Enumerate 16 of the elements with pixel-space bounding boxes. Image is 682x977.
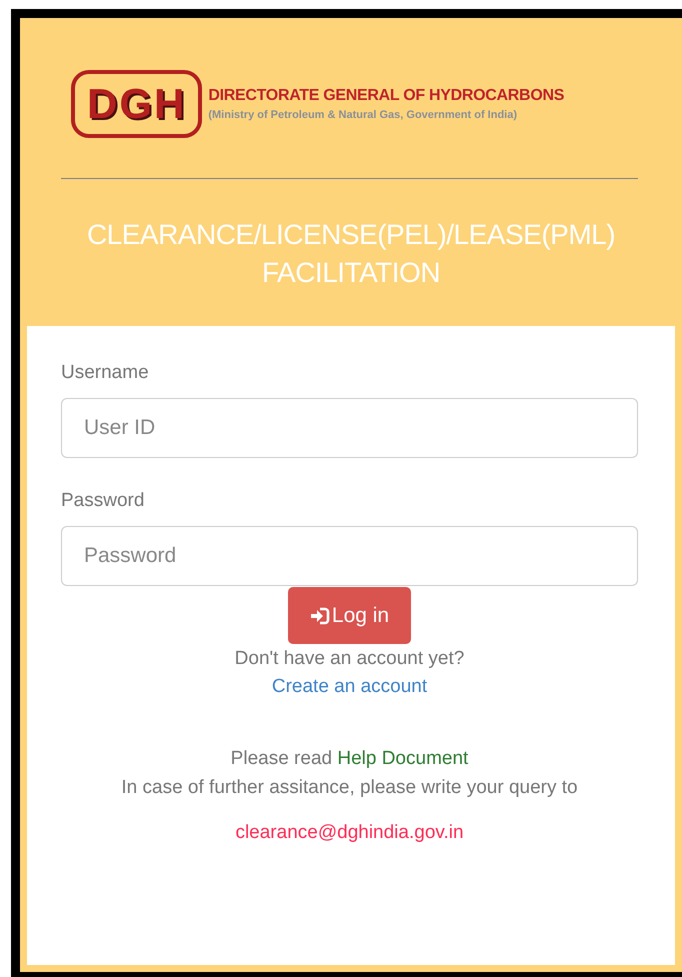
help-text: Please read Help Document [230, 748, 468, 770]
field-label: Username [61, 362, 150, 384]
login-button[interactable]: Log in [288, 587, 412, 644]
input-field[interactable]: User ID [61, 398, 638, 458]
signup-prompt: Don't have an account yet? [234, 648, 464, 670]
email-link[interactable]: clearance@dghindia.gov.in [235, 822, 464, 844]
create-account-link[interactable]: Create an account [272, 676, 428, 698]
organization-name: DIRECTORATE GENERAL OF HYDROCARBONS [208, 87, 564, 105]
assistance-note: In case of further assitance, please write your query to [120, 776, 579, 800]
sign-in-icon [310, 606, 330, 624]
help-document-link[interactable]: Help Document [337, 748, 468, 769]
input-field[interactable]: Password [61, 526, 638, 586]
organization-subtitle: (Ministry of Petroleum & Natural Gas, Government of India) [208, 109, 518, 121]
field-label: Password [61, 490, 146, 512]
page-title: CLEARANCE/LICENSE(PEL)/LEASE(PML) FACILITATION [86, 218, 616, 290]
logo-mark: DGH [71, 70, 202, 138]
